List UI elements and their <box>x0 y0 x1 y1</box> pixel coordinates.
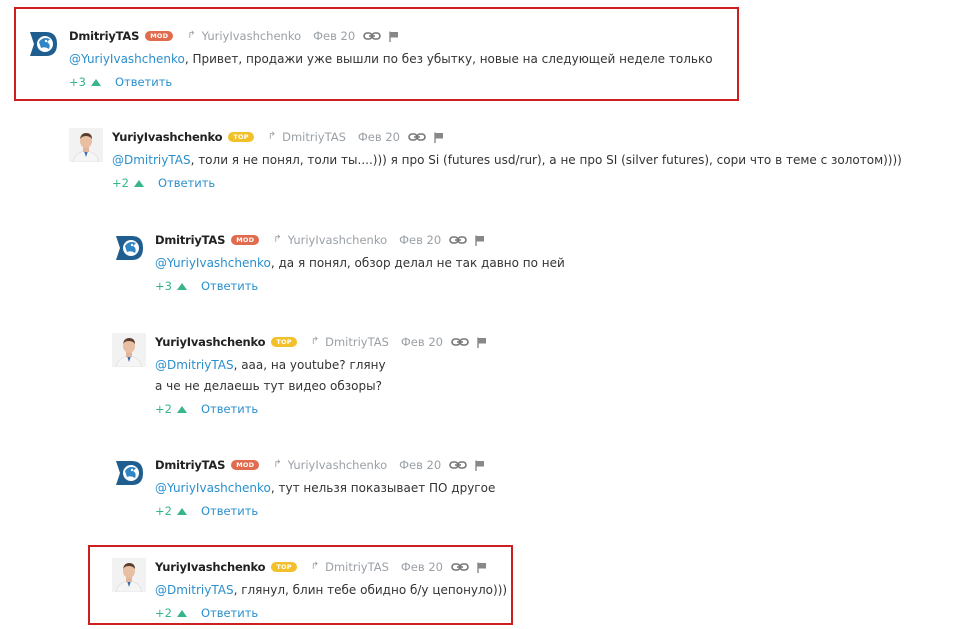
mention-link[interactable]: @YuriyIvashchenko <box>69 52 185 66</box>
avatar-logo-icon[interactable] <box>112 231 146 265</box>
comment-actions: +3 Ответить <box>69 74 713 90</box>
comment-text: , тут нельзя показывает ПО другое <box>270 481 496 495</box>
avatar[interactable] <box>112 333 146 367</box>
user-badge: TOP <box>228 132 254 142</box>
upvote-icon[interactable] <box>133 179 144 187</box>
mention-link[interactable]: @YuriyIvashchenko <box>155 481 271 495</box>
vote-count: +3 <box>69 75 86 89</box>
reply-to-user[interactable]: DmitriyTAS <box>325 333 389 351</box>
flag-icon[interactable] <box>389 31 399 42</box>
reply-button[interactable]: Ответить <box>115 74 172 90</box>
user-badge: MOD <box>145 31 174 41</box>
upvote-icon[interactable] <box>90 78 101 86</box>
reply-button[interactable]: Ответить <box>201 401 258 417</box>
comment-date[interactable]: Фев 20 <box>358 128 400 146</box>
user-badge: MOD <box>231 235 260 245</box>
link-icon[interactable] <box>451 337 469 347</box>
comment-header: YuriyIvashchenko TOP ↱ DmitriyTAS Фев 20 <box>155 558 507 576</box>
comment-body: @YuriyIvashchenko, тут нельзя показывает… <box>155 478 495 499</box>
flag-icon[interactable] <box>477 562 487 573</box>
mention-link[interactable]: @DmitriyTAS <box>112 153 191 167</box>
reply-to-user[interactable]: DmitriyTAS <box>325 558 389 576</box>
reply-arrow-icon: ↱ <box>273 459 282 470</box>
mention-link[interactable]: @DmitriyTAS <box>155 583 234 597</box>
link-icon[interactable] <box>451 562 469 572</box>
comment-actions: +2 Ответить <box>112 175 902 191</box>
flag-icon[interactable] <box>434 132 444 143</box>
comment-actions: +2 Ответить <box>155 503 495 519</box>
comment-date[interactable]: Фев 20 <box>401 558 443 576</box>
vote-count: +2 <box>112 176 129 190</box>
user-badge: MOD <box>231 460 260 470</box>
reply-button[interactable]: Ответить <box>201 278 258 294</box>
reply-to-user[interactable]: YuriyIvashchenko <box>288 456 388 474</box>
reply-to-user[interactable]: YuriyIvashchenko <box>288 231 388 249</box>
vote-count: +3 <box>155 279 172 293</box>
comment-text: , толи я не понял, толи ты....))) я про … <box>190 153 902 167</box>
comment-header: DmitriyTAS MOD ↱ YuriyIvashchenko Фев 20 <box>155 456 495 474</box>
comment-body: @YuriyIvashchenko, Привет, продажи уже в… <box>69 49 713 70</box>
comment-body: @DmitriyTAS, ааа, на youtube? гляну а че … <box>155 355 487 397</box>
flag-icon[interactable] <box>475 235 485 246</box>
comment-header: DmitriyTAS MOD ↱ YuriyIvashchenko Фев 20 <box>69 27 713 45</box>
author-name[interactable]: YuriyIvashchenko <box>155 333 266 351</box>
comment-header: YuriyIvashchenko TOP ↱ DmitriyTAS Фев 20 <box>112 128 902 146</box>
avatar[interactable] <box>112 558 146 592</box>
comment-date[interactable]: Фев 20 <box>401 333 443 351</box>
comment-date[interactable]: Фев 20 <box>399 231 441 249</box>
comment-header: YuriyIvashchenko TOP ↱ DmitriyTAS Фев 20 <box>155 333 487 351</box>
reply-button[interactable]: Ответить <box>201 503 258 519</box>
comment-actions: +2 Ответить <box>155 605 507 621</box>
reply-arrow-icon: ↱ <box>273 234 282 245</box>
vote-count: +2 <box>155 606 172 620</box>
comment-body: @DmitriyTAS, толи я не понял, толи ты...… <box>112 150 902 171</box>
flag-icon[interactable] <box>475 460 485 471</box>
user-badge: TOP <box>271 337 297 347</box>
mention-link[interactable]: @DmitriyTAS <box>155 358 234 372</box>
upvote-icon[interactable] <box>176 609 187 617</box>
flag-icon[interactable] <box>477 337 487 348</box>
upvote-icon[interactable] <box>176 405 187 413</box>
author-name[interactable]: YuriyIvashchenko <box>112 128 223 146</box>
mention-link[interactable]: @YuriyIvashchenko <box>155 256 271 270</box>
reply-button[interactable]: Ответить <box>158 175 215 191</box>
comment-text: , ааа, на youtube? гляну <box>233 358 386 372</box>
vote-count: +2 <box>155 504 172 518</box>
author-name[interactable]: DmitriyTAS <box>155 456 225 474</box>
author-name[interactable]: DmitriyTAS <box>155 231 225 249</box>
vote-count: +2 <box>155 402 172 416</box>
reply-arrow-icon: ↱ <box>187 30 196 41</box>
reply-to-user[interactable]: DmitriyTAS <box>282 128 346 146</box>
comment-actions: +2 Ответить <box>155 401 487 417</box>
comment-header: DmitriyTAS MOD ↱ YuriyIvashchenko Фев 20 <box>155 231 565 249</box>
reply-arrow-icon: ↱ <box>267 131 277 142</box>
link-icon[interactable] <box>363 31 381 41</box>
comment-date[interactable]: Фев 20 <box>313 27 355 45</box>
avatar-logo-icon[interactable] <box>112 456 146 490</box>
comment-date[interactable]: Фев 20 <box>399 456 441 474</box>
upvote-icon[interactable] <box>176 507 187 515</box>
comment-text: а че не делаешь тут видео обзоры? <box>155 379 382 393</box>
avatar-logo-icon[interactable] <box>26 27 60 61</box>
author-name[interactable]: YuriyIvashchenko <box>155 558 266 576</box>
comment-text: , глянул, блин тебе обидно б/у цепонуло)… <box>233 583 508 597</box>
link-icon[interactable] <box>408 132 426 142</box>
upvote-icon[interactable] <box>176 282 187 290</box>
comment-text: , да я понял, обзор делал не так давно п… <box>270 256 565 270</box>
comment-body: @YuriyIvashchenko, да я понял, обзор дел… <box>155 253 565 274</box>
link-icon[interactable] <box>449 235 467 245</box>
reply-arrow-icon: ↱ <box>310 336 320 347</box>
comment-text: , Привет, продажи уже вышли по без убытк… <box>184 52 713 66</box>
reply-to-user[interactable]: YuriyIvashchenko <box>202 27 302 45</box>
avatar[interactable] <box>69 128 103 162</box>
comment-body: @DmitriyTAS, глянул, блин тебе обидно б/… <box>155 580 507 601</box>
comment-actions: +3 Ответить <box>155 278 565 294</box>
user-badge: TOP <box>271 562 297 572</box>
link-icon[interactable] <box>449 460 467 470</box>
reply-arrow-icon: ↱ <box>310 561 320 572</box>
author-name[interactable]: DmitriyTAS <box>69 27 139 45</box>
reply-button[interactable]: Ответить <box>201 605 258 621</box>
